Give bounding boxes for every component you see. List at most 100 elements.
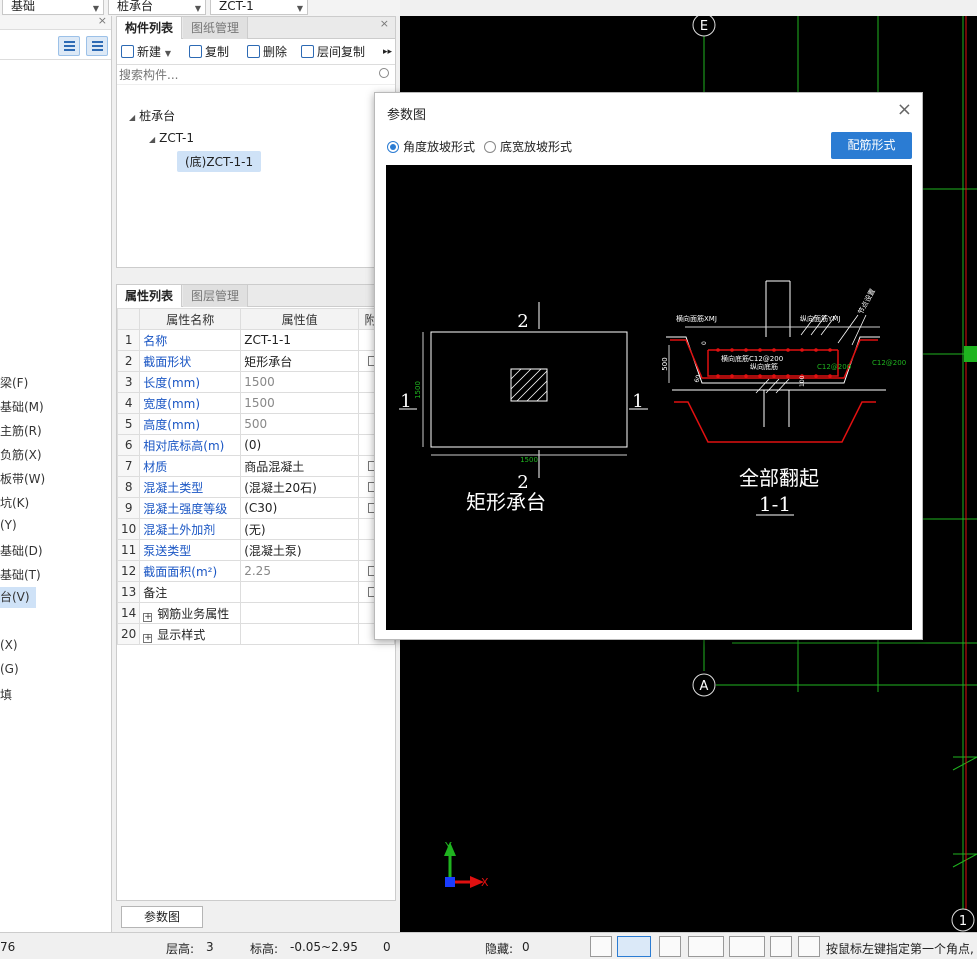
plan-title: 矩形承台 [466, 490, 546, 514]
table-row[interactable]: 6 相对底标高(m) (0) [116, 434, 395, 456]
nav-item[interactable]: 填 [0, 686, 12, 703]
category-dropdown[interactable]: 基础 ▼ [2, 0, 104, 15]
snap-rectangle-icon[interactable] [617, 936, 651, 957]
floor-copy-button[interactable]: 层间复制 [301, 43, 365, 61]
list-icon [64, 41, 75, 51]
table-row[interactable]: 5 高度(mm) 500 [116, 413, 395, 435]
dialog-title: 参数图 [387, 108, 427, 123]
hatch-pattern [510, 368, 548, 402]
left-nav-panel: × 梁(F) 基础(M) 主筋(R) 负筋(X) 板带(W) 坑(K) (Y) … [0, 14, 112, 932]
search-icon[interactable] [379, 68, 389, 78]
dynamic-input-icon[interactable] [798, 936, 820, 957]
nav-item[interactable]: 基础(T) [0, 566, 41, 583]
radio-width-slope[interactable]: 底宽放坡形式 [484, 138, 572, 155]
tree-leaf-selected[interactable]: (底)ZCT-1-1 [177, 151, 262, 172]
search-input[interactable] [119, 67, 377, 83]
detail-icon [92, 41, 103, 51]
nav-item[interactable]: 坑(K) [0, 494, 29, 511]
cross-select-icon[interactable] [659, 936, 681, 957]
table-row[interactable]: 12 截面面积(m²) 2.25 [116, 560, 395, 582]
property-tabs: 属性列表 图层管理 [117, 285, 395, 307]
section-mark-left: 1 [400, 391, 411, 412]
table-row[interactable]: 7 材质 商品混凝土 [116, 455, 395, 477]
expand-icon[interactable]: + [143, 612, 153, 622]
nav-item[interactable]: 负筋(X) [0, 446, 42, 463]
bar-bot-y-label: 纵向底筋 [750, 362, 778, 371]
close-icon[interactable]: × [380, 17, 389, 30]
floor-height-value: 3 [206, 940, 214, 954]
orthogonal-icon[interactable] [590, 936, 612, 957]
section-name: 1-1 [759, 492, 791, 516]
command-hint: 按鼠标左键指定第一个角点, [826, 942, 974, 956]
nav-item[interactable]: 基础(D) [0, 542, 43, 559]
new-button[interactable]: 新建 ▼ [121, 43, 171, 61]
status-zero: 0 [383, 940, 391, 954]
section-mark-right: 1 [632, 391, 643, 412]
table-row[interactable]: 14 + 钢筋业务属性 [116, 602, 395, 624]
table-row[interactable]: 9 混凝土强度等级 (C30) [116, 497, 395, 519]
new-icon [121, 45, 134, 58]
floor-height-label: 层高: [166, 942, 195, 956]
tab-component-list[interactable]: 构件列表 [117, 17, 183, 39]
side-note-label: 节点设置 [856, 287, 877, 316]
rebar-form-button[interactable]: 配筋形式 [831, 132, 912, 159]
type-dropdown[interactable]: 桩承台 ▼ [108, 0, 206, 15]
close-icon[interactable]: × [897, 99, 912, 120]
component-tabs: 构件列表 图纸管理 × [117, 17, 395, 39]
offset-icon[interactable] [729, 936, 765, 957]
table-row[interactable]: 4 宽度(mm) 1500 [116, 392, 395, 414]
y-axis-label: Y [444, 840, 452, 853]
detail-view-button[interactable] [86, 36, 108, 56]
close-icon[interactable]: × [98, 14, 107, 27]
nav-item[interactable]: (X) [0, 638, 18, 652]
dim-zero-label: 0 [701, 341, 708, 345]
expand-icon[interactable]: + [143, 633, 153, 643]
chevron-down-icon: ▼ [164, 49, 171, 58]
x-axis-label: X [481, 876, 489, 889]
search-row [117, 65, 395, 85]
table-row[interactable]: 8 混凝土类型 (混凝土20石) [116, 476, 395, 498]
table-row[interactable]: 3 长度(mm) 1500 [116, 371, 395, 393]
table-row[interactable]: 10 混凝土外加剂 (无) [116, 518, 395, 540]
left-panel-toolbar [0, 30, 111, 60]
nav-item[interactable]: 板带(W) [0, 470, 45, 487]
bar-top-y-label: 纵向面筋YMJ [800, 314, 840, 323]
component-dropdown[interactable]: ZCT-1 ▼ [210, 0, 308, 15]
display-icon[interactable] [770, 936, 792, 957]
tab-property-list[interactable]: 属性列表 [117, 285, 183, 307]
property-panel: 属性列表 图层管理 属性名称 属性值 附加 1名称ZCT-1-1 2截面形状矩形… [116, 284, 396, 901]
nav-item[interactable]: (Y) [0, 518, 17, 532]
param-diagram-button[interactable]: 参数图 [121, 906, 203, 928]
table-row[interactable]: 13 备注 [116, 581, 395, 603]
nav-item[interactable]: 梁(F) [0, 374, 28, 391]
param-drawing: 2 2 1 1 1500 1500 矩形承台 横向面筋XMJ 纵向面筋YMJ 横… [399, 280, 906, 516]
dim-100-label: 100 [799, 375, 806, 387]
bar-bot-x-label: 横向底筋C12@200 [721, 354, 783, 363]
table-row[interactable]: 2 截面形状 矩形承台 [116, 350, 395, 372]
tab-layer-manager[interactable]: 图层管理 [183, 285, 249, 307]
nav-item-selected[interactable]: 台(V) [0, 587, 36, 608]
table-row[interactable]: 11 泵送类型 (混凝土泵) [116, 539, 395, 561]
axis-label-e: E [700, 19, 708, 34]
list-view-button[interactable] [58, 36, 80, 56]
delete-button[interactable]: 删除 [247, 43, 287, 61]
nav-item[interactable]: (G) [0, 662, 19, 676]
angle-icon[interactable] [688, 936, 724, 957]
nav-item[interactable]: 主筋(R) [0, 422, 42, 439]
axis-label-a: A [700, 679, 709, 694]
nav-item[interactable]: 基础(M) [0, 398, 44, 415]
chevron-down-icon: ▼ [296, 4, 303, 13]
component-toolbar: 新建 ▼ 复制 删除 层间复制 ▸▸ [117, 39, 395, 65]
table-row[interactable]: 1 名称 ZCT-1-1 [116, 329, 395, 351]
tree-child[interactable]: ◢ ZCT-1 [149, 131, 194, 145]
copy-button[interactable]: 复制 [189, 43, 229, 61]
tab-drawing-manager[interactable]: 图纸管理 [183, 17, 249, 39]
section-mark-top: 2 [517, 311, 528, 332]
triangle-down-icon: ◢ [129, 113, 136, 122]
radio-angle-slope[interactable]: 角度放坡形式 [387, 138, 475, 155]
tree-root[interactable]: ◢ 桩承台 [129, 107, 175, 124]
table-row[interactable]: 20 + 显示样式 [116, 623, 395, 645]
more-icon[interactable]: ▸▸ [383, 43, 392, 61]
col-value-header: 属性值 [240, 308, 360, 330]
param-diagram-dialog: 参数图 × 角度放坡形式 底宽放坡形式 配筋形式 2 2 1 1 1500 15… [374, 92, 923, 640]
